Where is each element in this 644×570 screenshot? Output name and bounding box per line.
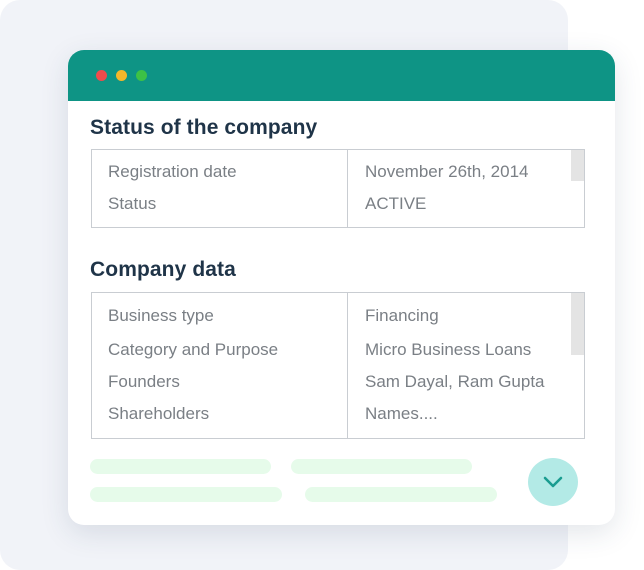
window-titlebar <box>68 50 615 101</box>
company-values-column: Financing Micro Business Loans Sam Dayal… <box>348 293 584 438</box>
status-values-column: November 26th, 2014 ACTIVE <box>348 150 584 227</box>
founders-value: Sam Dayal, Ram Gupta <box>365 372 545 391</box>
placeholder-line <box>90 459 271 474</box>
registration-date-value: November 26th, 2014 <box>365 162 529 181</box>
status-value: ACTIVE <box>365 194 427 213</box>
company-data-table[interactable]: Business type Category and Purpose Found… <box>91 292 585 439</box>
company-labels-column: Business type Category and Purpose Found… <box>92 293 348 438</box>
placeholder-line <box>90 487 282 502</box>
expand-more-button[interactable] <box>528 458 578 506</box>
registration-date-label: Registration date <box>108 162 237 181</box>
status-section-title: Status of the company <box>90 116 318 139</box>
business-type-label: Business type <box>108 306 214 325</box>
status-table-scrollbar[interactable] <box>571 150 584 181</box>
founders-label: Founders <box>108 372 180 391</box>
shareholders-value: Names.... <box>365 404 438 423</box>
status-label: Status <box>108 194 157 213</box>
category-purpose-value: Micro Business Loans <box>365 340 532 359</box>
maximize-dot-icon[interactable] <box>136 70 147 81</box>
close-dot-icon[interactable] <box>96 70 107 81</box>
placeholder-line <box>305 487 497 502</box>
placeholder-line <box>291 459 472 474</box>
status-table[interactable]: Registration date Status November 26th, … <box>91 149 585 228</box>
category-purpose-label: Category and Purpose <box>108 340 279 359</box>
browser-window: Status of the company Registration date … <box>68 50 615 525</box>
business-type-value: Financing <box>365 306 439 325</box>
shareholders-label: Shareholders <box>108 404 210 423</box>
status-labels-column: Registration date Status <box>92 150 348 227</box>
minimize-dot-icon[interactable] <box>116 70 127 81</box>
company-section-title: Company data <box>90 258 236 281</box>
company-table-scrollbar[interactable] <box>571 293 584 355</box>
page: Status of the company Registration date … <box>0 0 644 570</box>
chevron-down-icon <box>543 476 563 488</box>
